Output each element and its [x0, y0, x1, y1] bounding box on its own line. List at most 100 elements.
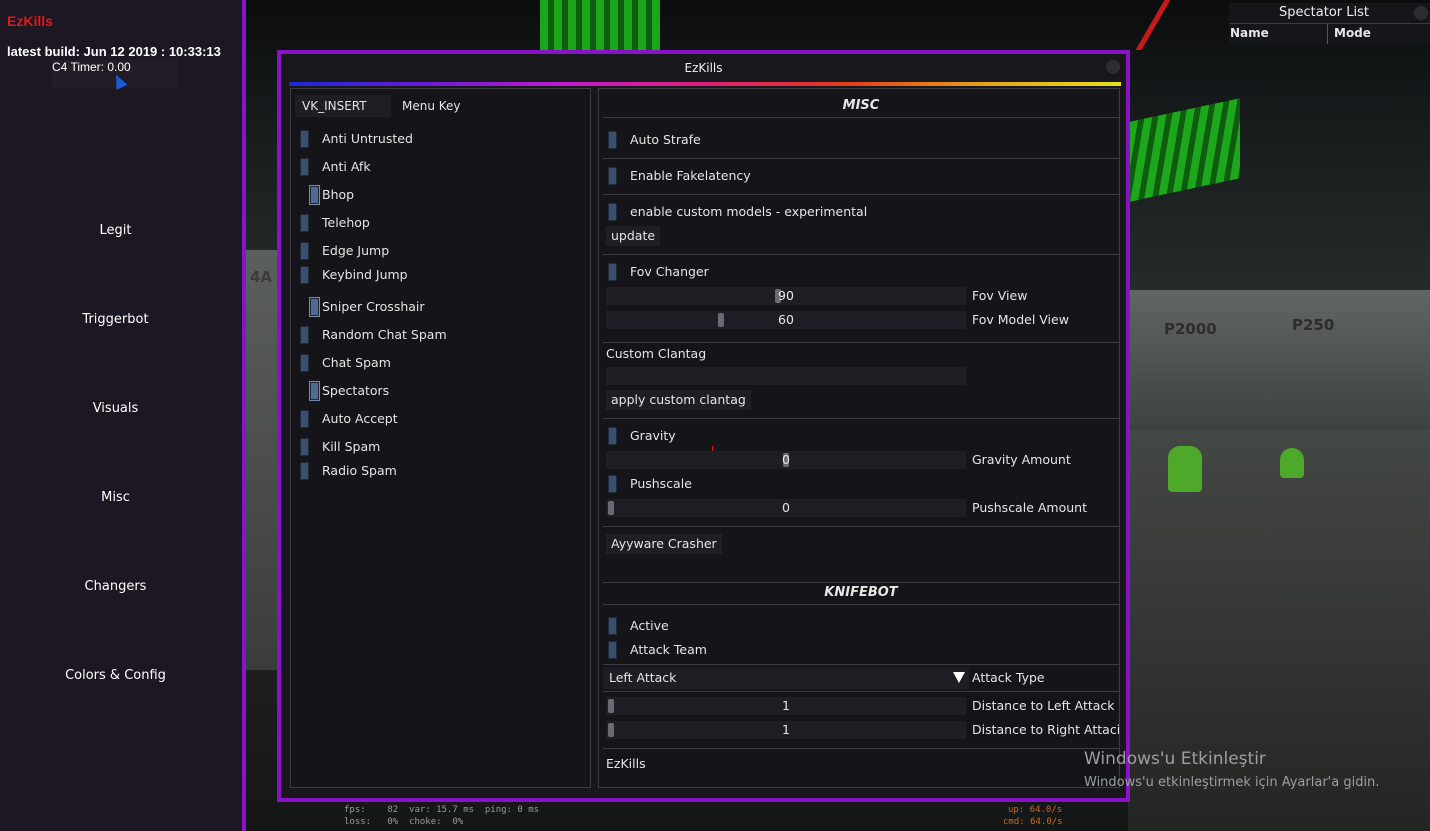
chevron-down-icon [953, 672, 965, 683]
toggle-spectators[interactable] [310, 382, 319, 400]
player-model [1280, 448, 1304, 478]
fakelatency-label: Enable Fakelatency [630, 168, 751, 183]
general-panel: VK_INSERT Menu Key Anti Untrusted Anti A… [290, 88, 591, 788]
misc-panel: MISC Auto Strafe Enable Fakelatency enab… [598, 88, 1120, 788]
map-label-4a: 4A [250, 268, 273, 286]
toggle-label: Bhop [322, 187, 355, 202]
window-close-icon[interactable] [1106, 60, 1120, 74]
build-info: latest build: Jun 12 2019 : 10:33:13 [7, 44, 221, 59]
divider [603, 418, 1119, 419]
distance-left-value: 1 [782, 698, 790, 713]
toggle-label: Auto Accept [322, 411, 398, 426]
divider [603, 526, 1119, 527]
toggle-label: Radio Spam [322, 463, 397, 478]
toggle-chat-spam[interactable] [300, 354, 309, 372]
distance-right-value: 1 [782, 722, 790, 737]
spectator-list-title: Spectator List [1279, 5, 1369, 20]
toggle-anti-afk[interactable] [300, 158, 309, 176]
pushscale-slider[interactable]: 0 [606, 499, 966, 517]
toggle-attack-team[interactable] [608, 641, 617, 659]
fov-changer-label: Fov Changer [630, 264, 709, 279]
activation-watermark-subtitle: Windows'u etkinleştirmek için Ayarlar'a … [1084, 775, 1380, 790]
toggle-fov-changer[interactable] [608, 263, 617, 281]
toggle-sniper-crosshair[interactable] [310, 298, 319, 316]
toggle-radio-spam[interactable] [300, 462, 309, 480]
toggle-label: Spectators [322, 383, 390, 398]
custom-clantag-label: Custom Clantag [606, 346, 707, 361]
toggle-edge-jump[interactable] [300, 242, 309, 260]
toggle-auto-strafe[interactable] [608, 131, 617, 149]
red-stripe-decal [1135, 0, 1241, 50]
toggle-telehop[interactable] [300, 214, 309, 232]
divider [603, 342, 1119, 343]
ayyware-crasher-button[interactable]: Ayyware Crasher [606, 534, 722, 554]
nav-legit[interactable]: Legit [0, 223, 231, 238]
pushscale-value: 0 [782, 500, 790, 515]
map-label-p250: P250 [1292, 316, 1335, 334]
toggle-bhop[interactable] [310, 186, 319, 204]
clantag-input[interactable] [606, 367, 966, 385]
player-model [1168, 446, 1202, 492]
fov-view-value: 90 [778, 288, 794, 303]
gravity-slider[interactable]: 0 [606, 451, 966, 469]
divider [603, 158, 1119, 159]
spectator-list-header: Name Mode [1229, 23, 1430, 44]
toggle-pushscale[interactable] [608, 475, 617, 493]
toggle-random-chat-spam[interactable] [300, 326, 309, 344]
toggle-label: Edge Jump [322, 243, 390, 258]
cheat-window: EzKills VK_INSERT Menu Key Anti Untruste… [277, 50, 1130, 802]
toggle-label: Random Chat Spam [322, 327, 447, 342]
gravity-value: 0 [782, 452, 790, 467]
distance-left-slider[interactable]: 1 [606, 697, 966, 715]
nav-misc[interactable]: Misc [0, 490, 231, 505]
fov-model-slider[interactable]: 60 [606, 311, 966, 329]
toggle-keybind-jump[interactable] [300, 266, 309, 284]
toggle-kill-spam[interactable] [300, 438, 309, 456]
netgraph-right-2: cmd: 64.0/s [1003, 817, 1063, 827]
nav-triggerbot[interactable]: Triggerbot [0, 312, 231, 327]
toggle-custom-models[interactable] [608, 203, 617, 221]
netgraph-left-2: loss: 0% choke: 0% [344, 817, 464, 827]
col-name: Name [1230, 26, 1269, 40]
toggle-auto-accept[interactable] [300, 410, 309, 428]
menu-key-input[interactable]: VK_INSERT [295, 95, 391, 117]
attack-team-label: Attack Team [630, 642, 707, 657]
knifebot-active-label: Active [630, 618, 669, 633]
toggle-knifebot-active[interactable] [608, 617, 617, 635]
map-label-p2000: P2000 [1164, 320, 1217, 338]
brand-title: EzKills [7, 13, 53, 29]
sidebar: EzKills latest build: Jun 12 2019 : 10:3… [0, 0, 246, 831]
fov-view-slider[interactable]: 90 [606, 287, 966, 305]
column-divider [1327, 24, 1328, 44]
col-mode: Mode [1334, 26, 1371, 40]
window-title: EzKills [684, 61, 723, 75]
toggle-label: Keybind Jump [322, 267, 408, 282]
attack-type-label: Attack Type [972, 670, 1045, 685]
fov-model-value: 60 [778, 312, 794, 327]
divider [603, 691, 1119, 692]
distance-right-slider[interactable]: 1 [606, 721, 966, 739]
spectator-close-icon[interactable] [1414, 6, 1428, 20]
fov-view-label: Fov View [972, 288, 1028, 303]
toggle-anti-untrusted[interactable] [300, 130, 309, 148]
custom-models-label: enable custom models - experimental [630, 204, 868, 219]
rainbow-bar [289, 82, 1121, 86]
toggle-label: Anti Untrusted [322, 131, 413, 146]
nav-visuals[interactable]: Visuals [0, 401, 231, 416]
divider [603, 748, 1119, 749]
divider [603, 254, 1119, 255]
apply-clantag-button[interactable]: apply custom clantag [606, 390, 751, 410]
activation-watermark-title: Windows'u Etkinleştir [1084, 749, 1266, 769]
toggle-gravity[interactable] [608, 427, 617, 445]
nav-colors-config[interactable]: Colors & Config [0, 668, 231, 683]
weapon-wall: P2000 P250 [1128, 290, 1430, 430]
update-button[interactable]: update [606, 226, 661, 246]
toggle-fakelatency[interactable] [608, 167, 617, 185]
netgraph-left-1: fps: 82 var: 15.7 ms ping: 0 ms [344, 805, 540, 815]
nav-changers[interactable]: Changers [0, 579, 231, 594]
attack-type-dropdown[interactable]: Left Attack [603, 667, 969, 689]
pushscale-amount-label: Pushscale Amount [972, 500, 1087, 515]
toggle-label: Sniper Crosshair [322, 299, 425, 314]
netgraph-right-1: up: 64.0/s [1008, 805, 1063, 815]
attack-type-value: Left Attack [609, 670, 677, 685]
